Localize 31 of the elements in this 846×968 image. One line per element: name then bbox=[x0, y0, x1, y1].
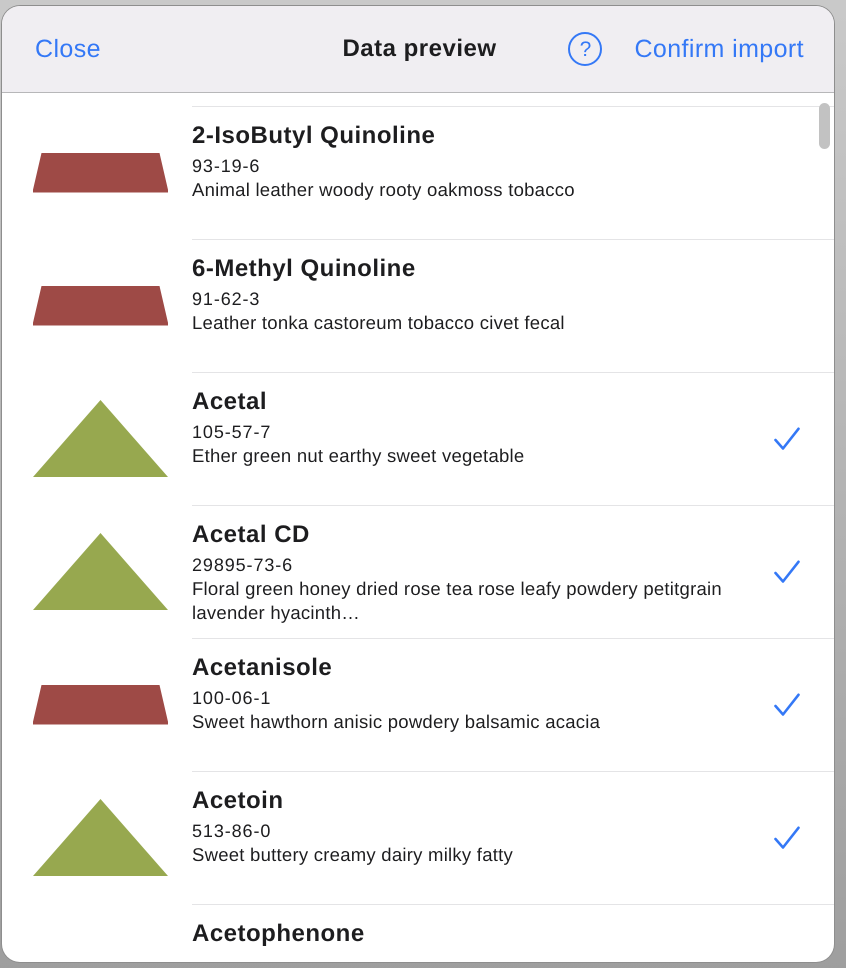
close-button[interactable]: Close bbox=[33, 34, 103, 64]
confirm-import-button[interactable]: Confirm import bbox=[632, 34, 806, 64]
list-row[interactable]: 2-IsoButyl Quinoline 93-19-6 Animal leather woody rooty oakmoss tobacco bbox=[192, 106, 834, 239]
dialog-title: Data preview bbox=[342, 35, 497, 63]
compound-name: Acetanisole bbox=[192, 653, 334, 683]
list-row[interactable]: Acetanisole 100-06-1 Sweet hawthorn anisic powdery balsamic acacia bbox=[192, 638, 834, 771]
cas-number: 91-62-3 bbox=[192, 288, 262, 311]
odor-description: Sweet buttery creamy dairy milky fatty bbox=[192, 843, 514, 867]
odor-description: Ether green nut earthy sweet vegetable bbox=[192, 444, 526, 468]
list-row[interactable]: Acetophenone bbox=[192, 904, 834, 962]
odor-description: Floral green honey dried rose tea rose leafy powdery petitgrain lavender hyacinth… bbox=[192, 577, 723, 625]
cas-number: 93-19-6 bbox=[192, 155, 262, 178]
list-row[interactable]: Acetal CD 29895-73-6 Floral green honey dried rose tea rose leafy powdery petitgrain lavender hyacinth… bbox=[192, 505, 834, 638]
compound-name: Acetal CD bbox=[192, 520, 311, 550]
cas-number: 100-06-1 bbox=[192, 687, 272, 710]
list-row[interactable]: 6-Methyl Quinoline 91-62-3 Leather tonka castoreum tobacco civet fecal bbox=[192, 239, 834, 372]
cas-number: 29895-73-6 bbox=[192, 554, 294, 577]
compound-name: Acetoin bbox=[192, 786, 285, 816]
compound-name: Acetal bbox=[192, 387, 268, 417]
cas-number: 105-57-7 bbox=[192, 421, 272, 444]
compound-name: 6-Methyl Quinoline bbox=[192, 254, 417, 284]
odor-description: Sweet hawthorn anisic powdery balsamic acacia bbox=[192, 710, 602, 734]
cas-number: 513-86-0 bbox=[192, 820, 272, 843]
help-button[interactable]: ? bbox=[568, 32, 602, 66]
list-row[interactable]: Acetal 105-57-7 Ether green nut earthy sweet vegetable bbox=[192, 372, 834, 505]
compound-name: 2-IsoButyl Quinoline bbox=[192, 121, 436, 151]
odor-description: Leather tonka castoreum tobacco civet fecal bbox=[192, 311, 566, 335]
odor-description: Animal leather woody rooty oakmoss tobacco bbox=[192, 178, 576, 202]
compound-name: Acetophenone bbox=[192, 919, 366, 949]
list-row[interactable]: Acetoin 513-86-0 Sweet buttery creamy dairy milky fatty bbox=[192, 771, 834, 904]
scrollbar-thumb bbox=[819, 103, 830, 149]
